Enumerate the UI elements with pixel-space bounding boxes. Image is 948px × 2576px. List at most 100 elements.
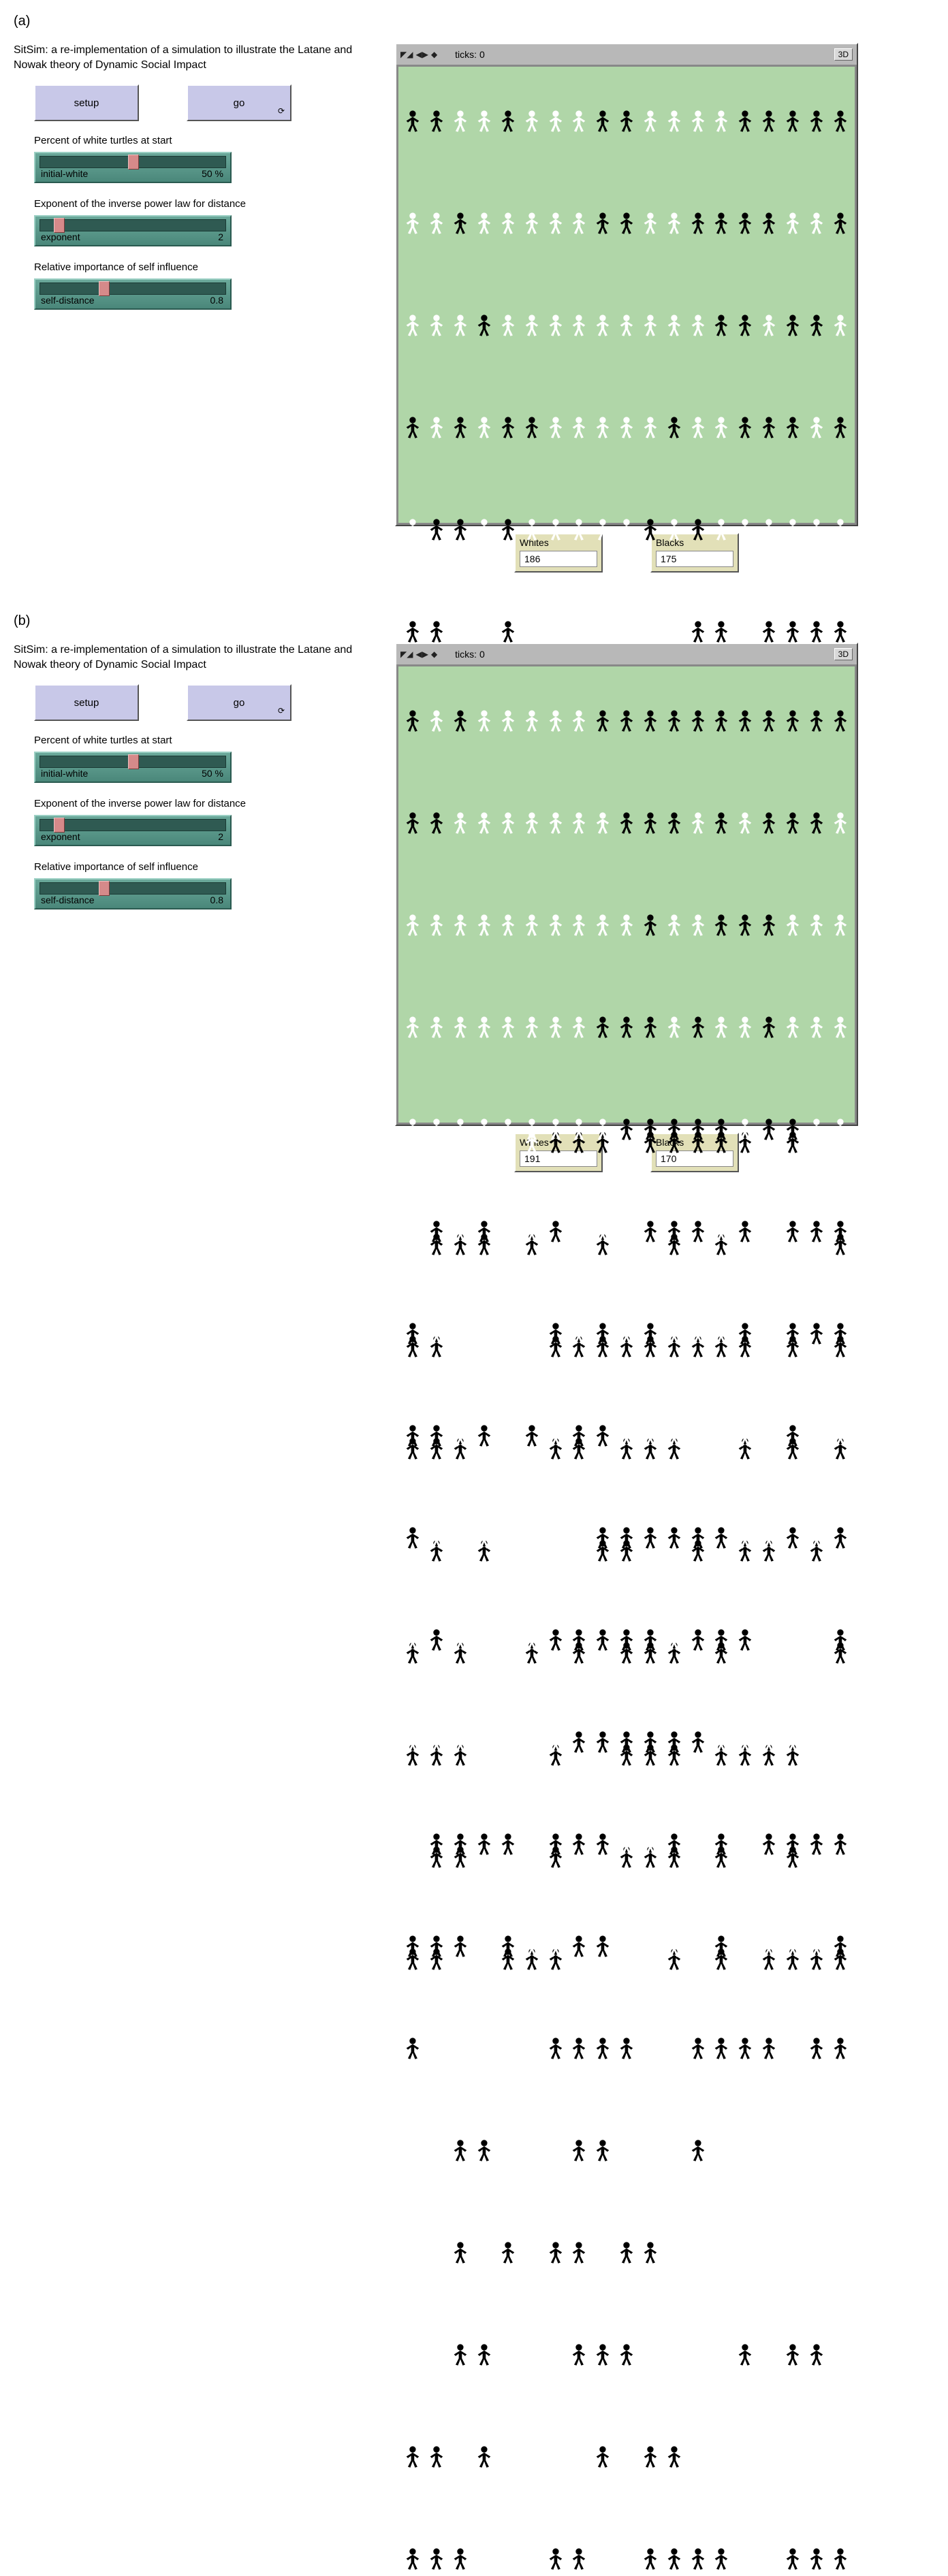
turtle: [496, 1180, 520, 1282]
turtle: [733, 2507, 757, 2576]
slider-caption-exponent: Exponent of the inverse power law for di…: [34, 198, 368, 210]
turtle: [473, 1078, 496, 1180]
turtle: [473, 1588, 496, 1690]
turtle: [615, 2303, 639, 2405]
turtle: [615, 1997, 639, 2099]
turtle: [780, 274, 804, 376]
turtle: [449, 669, 473, 771]
turtle: [567, 172, 591, 274]
turtle: [828, 2303, 852, 2405]
turtle: [567, 1690, 591, 1792]
slider-thumb[interactable]: [128, 754, 139, 769]
world-canvas-b[interactable]: [396, 664, 857, 1125]
turtle: [496, 478, 520, 580]
slider-thumb[interactable]: [99, 881, 110, 896]
turtle: [449, 172, 473, 274]
turtle: [757, 669, 781, 771]
turtle: [757, 1895, 781, 1997]
turtle: [425, 1588, 449, 1690]
turtle: [757, 2405, 781, 2507]
slider-thumb[interactable]: [54, 818, 65, 833]
go-button[interactable]: go ⟳: [187, 684, 291, 721]
turtle: [710, 1690, 733, 1792]
go-button[interactable]: go ⟳: [187, 84, 291, 121]
slider-caption-initial-white: Percent of white turtles at start: [34, 135, 368, 146]
turtle: [473, 1792, 496, 1895]
turtle: [757, 2507, 781, 2576]
turtle: [543, 2405, 567, 2507]
slider-initial-white[interactable]: initial-white 50 %: [34, 752, 232, 783]
turtle: [615, 1180, 639, 1282]
turtle: [686, 1997, 710, 2099]
turtle: [543, 2201, 567, 2303]
turtle: [567, 1078, 591, 1180]
turtle: [401, 1895, 425, 1997]
slider-exponent[interactable]: exponent 2: [34, 215, 232, 246]
turtle: [662, 771, 686, 873]
slider-thumb[interactable]: [54, 218, 65, 233]
turtle: [710, 2405, 733, 2507]
slider-thumb[interactable]: [128, 155, 139, 170]
slider-exponent[interactable]: exponent 2: [34, 815, 232, 846]
speed-icons[interactable]: ◤◢ ◀▶ ◆: [400, 50, 437, 59]
turtle: [473, 1997, 496, 2099]
turtle: [615, 669, 639, 771]
turtle: [496, 2405, 520, 2507]
turtle: [733, 1895, 757, 1997]
turtle: [496, 2303, 520, 2405]
turtle: [757, 478, 781, 580]
turtle: [780, 1792, 804, 1895]
turtle: [638, 1282, 662, 1384]
turtle: [401, 669, 425, 771]
turtle: [425, 1078, 449, 1180]
turtle: [638, 1690, 662, 1792]
turtle: [638, 478, 662, 580]
turtle: [401, 1384, 425, 1486]
turtle: [449, 274, 473, 376]
slider-thumb[interactable]: [99, 281, 110, 296]
turtle: [615, 172, 639, 274]
turtle: [520, 2405, 543, 2507]
turtle: [780, 1690, 804, 1792]
slider-self-distance[interactable]: self-distance 0.8: [34, 878, 232, 909]
turtle: [804, 873, 828, 976]
turtle: [496, 1997, 520, 2099]
turtle: [828, 873, 852, 976]
turtle: [638, 2201, 662, 2303]
setup-button[interactable]: setup: [34, 684, 139, 721]
turtle: [638, 1486, 662, 1588]
turtle: [591, 1384, 615, 1486]
turtle: [473, 1384, 496, 1486]
turtle: [615, 1384, 639, 1486]
turtle: [804, 1180, 828, 1282]
turtle: [543, 1282, 567, 1384]
turtle: [520, 1997, 543, 2099]
turtle: [401, 1282, 425, 1384]
turtle: [757, 771, 781, 873]
view-3d-button[interactable]: 3D: [834, 48, 853, 61]
turtle: [757, 1282, 781, 1384]
turtle: [615, 873, 639, 976]
turtle: [780, 2099, 804, 2201]
turtle: [520, 873, 543, 976]
turtle: [638, 1384, 662, 1486]
turtle: [686, 1180, 710, 1282]
turtle: [662, 1792, 686, 1895]
turtle: [710, 976, 733, 1078]
slider-self-distance[interactable]: self-distance 0.8: [34, 278, 232, 310]
turtle: [567, 1486, 591, 1588]
turtle: [710, 1792, 733, 1895]
turtle: [780, 669, 804, 771]
turtle: [401, 1180, 425, 1282]
turtle: [780, 771, 804, 873]
world-canvas-a[interactable]: [396, 65, 857, 525]
turtle: [804, 2405, 828, 2507]
turtle: [828, 976, 852, 1078]
panel-a: SitSim: a re-implementation of a simulat…: [14, 43, 934, 573]
setup-button[interactable]: setup: [34, 84, 139, 121]
turtle: [804, 1486, 828, 1588]
turtle: [710, 1895, 733, 1997]
turtle: [496, 1384, 520, 1486]
turtle: [733, 1690, 757, 1792]
slider-initial-white[interactable]: initial-white 50 %: [34, 152, 232, 183]
